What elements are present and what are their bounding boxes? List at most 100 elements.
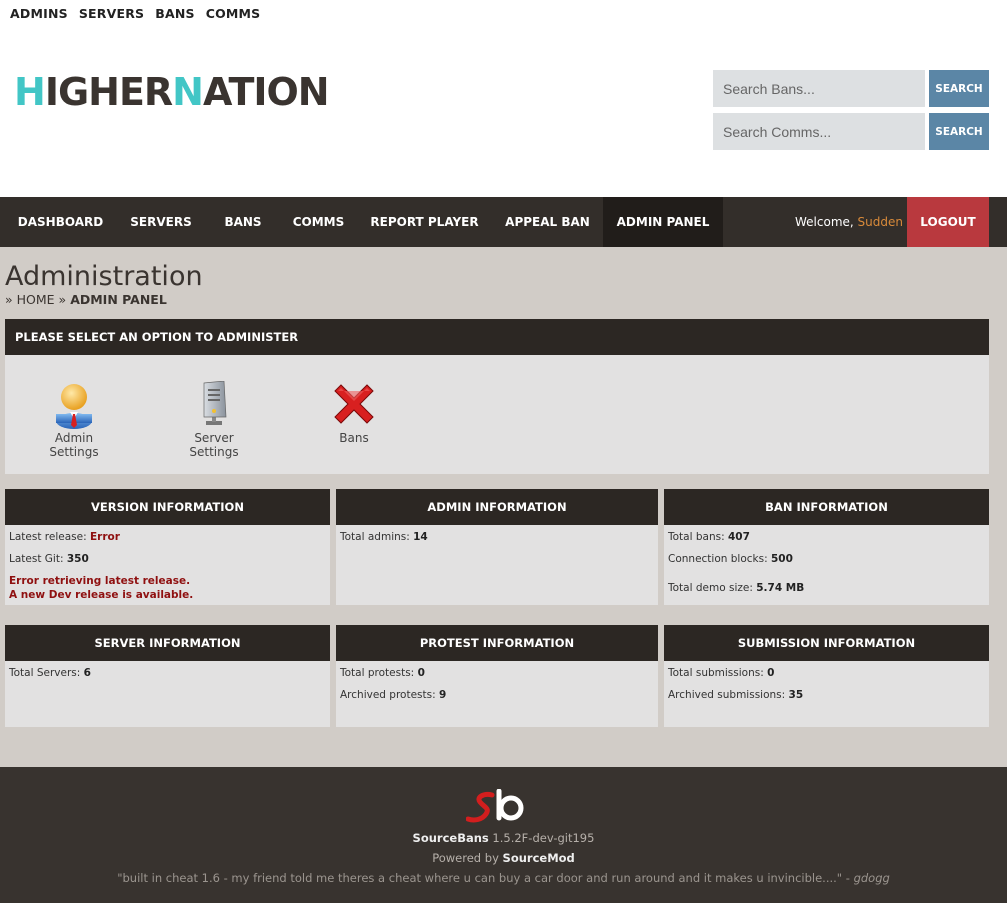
protest-info-panel: PROTEST INFORMATION Total protests: 0 Ar… — [336, 625, 658, 727]
toplink-servers[interactable]: SERVERS — [79, 6, 144, 21]
footer-version-number: 1.5.2F-dev-git195 — [492, 831, 595, 845]
submission-info-heading: SUBMISSION INFORMATION — [664, 625, 989, 661]
total-submissions-label: Total submissions: — [668, 667, 764, 679]
search-comms-input[interactable] — [713, 113, 925, 150]
server-icon — [203, 381, 227, 425]
total-bans-label: Total bans: — [668, 531, 725, 543]
red-x-icon — [334, 384, 374, 424]
footer-powered-by: Powered by SourceMod — [0, 851, 1007, 865]
main-nav: DASHBOARD SERVERS BANS COMMS REPORT PLAY… — [0, 197, 1007, 247]
latest-release-label: Latest release: — [9, 531, 87, 543]
page-title: Administration — [5, 261, 203, 292]
nav-bans[interactable]: BANS — [206, 197, 280, 247]
total-servers-value: 6 — [83, 667, 91, 679]
latest-git-label: Latest Git: — [9, 553, 64, 565]
connection-blocks-value: 500 — [770, 553, 793, 565]
total-admins-row: Total admins: 14 — [340, 531, 428, 543]
breadcrumb-current: ADMIN PANEL — [70, 292, 167, 307]
total-admins-label: Total admins: — [340, 531, 410, 543]
archived-submissions-label: Archived submissions: — [668, 689, 786, 701]
connection-blocks-label: Connection blocks: — [668, 553, 768, 565]
total-bans-row: Total bans: 407 — [668, 531, 750, 543]
latest-git-value: 350 — [66, 553, 89, 565]
footer-product-name[interactable]: SourceBans — [413, 831, 489, 845]
logo-part-igher: IGHER — [44, 70, 173, 114]
quote-author: gdogg — [853, 871, 890, 885]
logo-part-ation: ATION — [202, 70, 330, 114]
nav-dashboard[interactable]: DASHBOARD — [5, 197, 116, 247]
version-info-panel: VERSION INFORMATION Latest release: Erro… — [5, 489, 330, 605]
option-label: Server Settings — [189, 431, 239, 459]
latest-release-row: Latest release: Error — [9, 531, 120, 543]
quote-text: "built in cheat 1.6 - my friend told me … — [117, 871, 843, 885]
nav-appeal-ban[interactable]: APPEAL BAN — [492, 197, 603, 247]
footer: SourceBans 1.5.2F-dev-git195 Powered by … — [0, 767, 1007, 903]
latest-release-value: Error — [89, 531, 120, 543]
search-comms-form: SEARCH — [713, 113, 989, 150]
total-protests-value: 0 — [417, 667, 425, 679]
nav-admin-panel[interactable]: ADMIN PANEL — [603, 197, 723, 247]
archived-protests-label: Archived protests: — [340, 689, 436, 701]
site-logo[interactable]: HIGHERNATION — [14, 68, 330, 116]
search-bans-button[interactable]: SEARCH — [929, 70, 989, 107]
welcome-text: Welcome, Sudden — [795, 197, 903, 247]
sourcebans-logo-icon[interactable] — [466, 789, 530, 825]
total-protests-row: Total protests: 0 — [340, 667, 425, 679]
total-bans-value: 407 — [727, 531, 750, 543]
archived-submissions-row: Archived submissions: 35 — [668, 689, 803, 701]
toplink-comms[interactable]: COMMS — [206, 6, 261, 21]
ban-info-panel: BAN INFORMATION Total bans: 407 Connecti… — [664, 489, 989, 605]
protest-info-heading: PROTEST INFORMATION — [336, 625, 658, 661]
admin-info-heading: ADMIN INFORMATION — [336, 489, 658, 525]
demo-size-value: 5.74 MB — [756, 582, 805, 594]
total-protests-label: Total protests: — [340, 667, 415, 679]
option-server-settings[interactable]: Server Settings — [169, 381, 259, 459]
nav-comms[interactable]: COMMS — [280, 197, 357, 247]
powered-by-link[interactable]: SourceMod — [503, 851, 575, 865]
server-info-heading: SERVER INFORMATION — [5, 625, 330, 661]
dev-release-message: A new Dev release is available. — [9, 589, 194, 601]
toplink-bans[interactable]: BANS — [155, 6, 194, 21]
connection-blocks-row: Connection blocks: 500 — [668, 553, 793, 565]
nav-servers[interactable]: SERVERS — [116, 197, 206, 247]
ban-info-heading: BAN INFORMATION — [664, 489, 989, 525]
search-comms-button[interactable]: SEARCH — [929, 113, 989, 150]
footer-version: SourceBans 1.5.2F-dev-git195 — [0, 831, 1007, 845]
option-label: Admin Settings — [49, 431, 99, 459]
main-content: Administration » HOME » ADMIN PANEL PLEA… — [0, 247, 1007, 767]
archived-protests-value: 9 — [438, 689, 447, 701]
footer-quote: "built in cheat 1.6 - my friend told me … — [0, 871, 1007, 885]
version-info-heading: VERSION INFORMATION — [5, 489, 330, 525]
total-submissions-row: Total submissions: 0 — [668, 667, 774, 679]
options-heading: PLEASE SELECT AN OPTION TO ADMINISTER — [5, 319, 989, 355]
quote-separator: - — [845, 871, 850, 885]
total-submissions-value: 0 — [767, 667, 775, 679]
total-servers-row: Total Servers: 6 — [9, 667, 91, 679]
search-bans-form: SEARCH — [713, 70, 989, 107]
welcome-prefix: Welcome, — [795, 215, 854, 229]
username-link[interactable]: Sudden — [858, 215, 903, 229]
demo-size-row: Total demo size: 5.74 MB — [668, 582, 804, 594]
top-links: ADMINS SERVERS BANS COMMS — [10, 6, 260, 21]
breadcrumb: » HOME » ADMIN PANEL — [5, 292, 167, 307]
latest-git-row: Latest Git: 350 — [9, 553, 89, 565]
logout-button[interactable]: LOGOUT — [907, 197, 989, 247]
submission-info-panel: SUBMISSION INFORMATION Total submissions… — [664, 625, 989, 727]
logo-letter-n: N — [172, 70, 204, 114]
breadcrumb-separator: » — [58, 292, 67, 307]
server-info-panel: SERVER INFORMATION Total Servers: 6 — [5, 625, 330, 727]
powered-prefix: Powered by — [432, 851, 499, 865]
option-label: Bans — [339, 431, 369, 445]
toplink-admins[interactable]: ADMINS — [10, 6, 68, 21]
logo-letter-h: H — [14, 70, 46, 114]
nav-report-player[interactable]: REPORT PLAYER — [357, 197, 492, 247]
archived-submissions-value: 35 — [788, 689, 804, 701]
search-bans-input[interactable] — [713, 70, 925, 107]
option-bans[interactable]: Bans — [309, 381, 399, 445]
demo-size-label: Total demo size: — [668, 582, 753, 594]
option-admin-settings[interactable]: Admin Settings — [29, 381, 119, 459]
archived-protests-row: Archived protests: 9 — [340, 689, 446, 701]
breadcrumb-home[interactable]: HOME — [17, 292, 55, 307]
admin-info-panel: ADMIN INFORMATION Total admins: 14 — [336, 489, 658, 605]
breadcrumb-separator: » — [5, 292, 13, 307]
